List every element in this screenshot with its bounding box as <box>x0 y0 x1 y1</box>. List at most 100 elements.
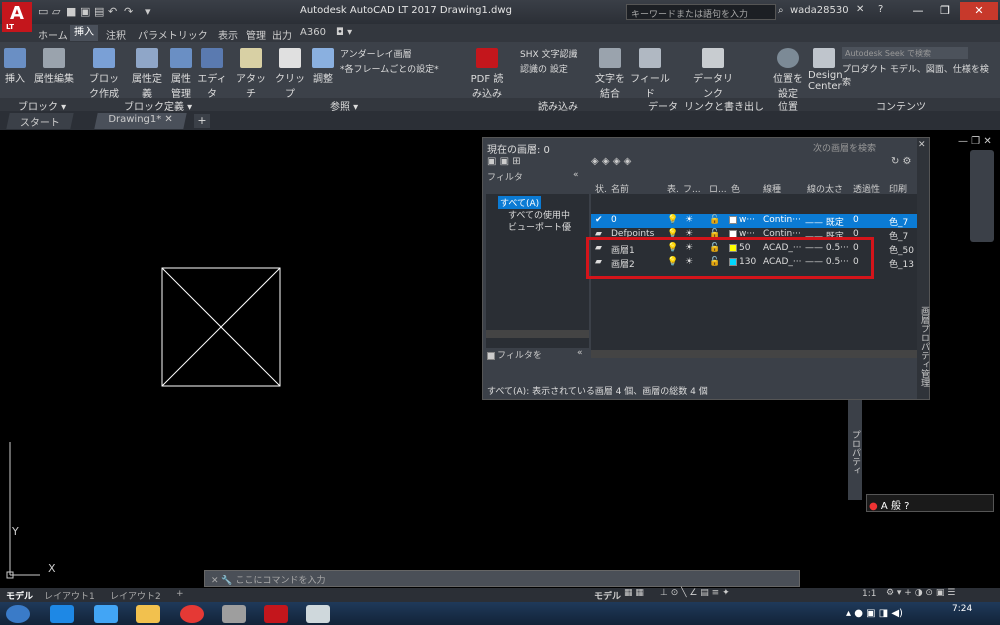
frames-dropdown[interactable]: *各フレームごとの設定* <box>340 63 460 78</box>
model-space-button[interactable]: モデル <box>594 589 621 602</box>
tab-more-icon[interactable]: ◘ ▾ <box>336 27 352 38</box>
recognition-settings-button[interactable]: 認識の 設定 <box>520 63 592 78</box>
drafting-tools-icons[interactable]: ⊥ ⊙ ╲ ∠ ▤ ≡ ✦ <box>660 588 730 598</box>
col-lineweight[interactable]: 線の太さ <box>807 182 843 195</box>
command-line[interactable]: ✕ 🔧 ここにコマンドを入力 <box>204 570 800 587</box>
new-filter-icons[interactable]: ▣ ▣ ⊞ <box>487 156 521 167</box>
close-icon[interactable]: ✕ <box>164 114 172 125</box>
clip-button[interactable]: クリップ <box>272 48 308 100</box>
user-name[interactable]: wada28530 <box>790 5 849 16</box>
viewport-controls[interactable]: — ❐ ✕ <box>958 136 992 147</box>
layer-row[interactable]: ✔ 0 💡 ☀ 🔓 w··· Contin··· —— 既定 0 色_7 <box>591 214 921 228</box>
tab-parametric[interactable]: パラメトリック <box>138 27 208 42</box>
tab-a360[interactable]: A360 <box>300 27 326 38</box>
insert-button[interactable]: 挿入 <box>2 48 28 85</box>
help-icon[interactable]: ? <box>878 4 883 15</box>
bulb-icon[interactable]: 💡 <box>667 215 678 225</box>
binoculars-icon[interactable]: ⌕ <box>778 5 784 16</box>
tab-start[interactable]: スタート <box>6 113 74 129</box>
tab-model[interactable]: モデル <box>6 589 33 602</box>
tree-scrollbar[interactable] <box>486 330 589 338</box>
ie-icon[interactable] <box>50 605 74 623</box>
close-icon[interactable]: ✕ <box>211 576 219 586</box>
col-plot[interactable]: 印刷 <box>889 182 907 195</box>
sun-icon[interactable]: ☀ <box>685 215 693 225</box>
unlock-icon[interactable]: 🔓 <box>709 215 720 225</box>
col-status[interactable]: 状. <box>595 182 607 195</box>
data-link-button[interactable]: データリンク <box>692 48 734 100</box>
col-color[interactable]: 色 <box>731 182 740 195</box>
manage-attributes-button[interactable]: 属性管理 <box>168 48 194 100</box>
tab-output[interactable]: 出力 <box>272 27 292 42</box>
list-scrollbar[interactable] <box>591 350 921 358</box>
chrome-icon[interactable] <box>180 605 204 623</box>
wrench-icon[interactable]: 🔧 <box>221 576 232 586</box>
collapse-bottom-icon[interactable]: « <box>577 348 583 358</box>
media-icon[interactable] <box>94 605 118 623</box>
open-icon[interactable]: ▱ <box>52 5 60 19</box>
save-icon[interactable]: ■ <box>66 5 76 19</box>
layer-search-input[interactable]: 次の画層を検索 <box>813 141 876 154</box>
palette-side-bar[interactable]: ✕ 画層プロパティ管理 <box>917 138 929 399</box>
save-as-icon[interactable]: ▣ <box>80 5 90 19</box>
tab-layout2[interactable]: レイアウト2 <box>110 589 161 602</box>
tab-home[interactable]: ホーム <box>38 27 68 42</box>
tab-view[interactable]: 表示 <box>218 27 238 42</box>
new-layer-icons[interactable]: ◈ ◈ ◈ ◈ <box>591 156 631 167</box>
col-on[interactable]: 表. <box>667 182 679 195</box>
exchange-icon[interactable]: ✕ <box>856 4 864 15</box>
maximize-icon[interactable]: ❐ <box>932 2 958 20</box>
print-icon[interactable]: ▤ <box>94 5 104 19</box>
tab-annotate[interactable]: 注釈 <box>106 27 126 42</box>
pdf-import-button[interactable]: PDF 読み込み <box>470 48 504 100</box>
set-location-button[interactable]: 位置を設定 <box>770 48 806 100</box>
grid-icon[interactable]: ▦ ▦ <box>624 588 644 598</box>
navigation-bar[interactable] <box>970 150 994 242</box>
tab-drawing1[interactable]: Drawing1* ✕ <box>94 113 187 129</box>
invert-filter-checkbox[interactable]: フィルタを <box>487 348 542 361</box>
autocad-taskbar-icon[interactable] <box>264 605 288 623</box>
undo-icon[interactable]: ↶ <box>108 5 117 19</box>
design-center-button[interactable]: Design Center <box>808 48 843 92</box>
ime-toolbar[interactable]: ● A 般 ? <box>866 494 994 512</box>
create-block-button[interactable]: ブロック作成 <box>86 48 122 100</box>
col-transparency[interactable]: 透過性 <box>853 182 880 195</box>
add-layout-icon[interactable]: + <box>176 589 184 599</box>
combine-text-button[interactable]: 文字を結合 <box>594 48 626 100</box>
col-freeze[interactable]: フ... <box>683 182 701 195</box>
annotation-scale[interactable]: 1:1 <box>862 589 876 599</box>
new-tab-icon[interactable]: + <box>194 114 210 128</box>
color-swatch[interactable] <box>729 215 737 224</box>
tab-insert[interactable]: 挿入 <box>70 25 98 41</box>
qat-dropdown-icon[interactable]: ▾ <box>145 5 151 19</box>
collapse-filter-icon[interactable]: « <box>573 170 579 180</box>
shx-text-recognition-button[interactable]: SHX 文字認識 <box>520 48 592 63</box>
ime-mode[interactable]: A 般 <box>881 501 901 512</box>
close-icon[interactable]: ✕ <box>918 140 926 150</box>
close-icon[interactable]: ✕ <box>960 2 998 20</box>
tray-icons[interactable]: ▴ ● ▣ ◨ ◀) <box>846 608 903 619</box>
properties-palette-collapsed[interactable]: プロパティ <box>848 400 862 500</box>
command-input[interactable]: ここにコマンドを入力 <box>236 576 326 586</box>
seek-search-input[interactable]: Autodesk Seek で検索 <box>842 47 968 59</box>
taskbar-clock[interactable]: 7:24 <box>952 605 972 614</box>
col-name[interactable]: 名前 <box>611 182 629 195</box>
network-icon[interactable] <box>222 605 246 623</box>
refresh-icon[interactable]: ↻ ⚙ <box>891 156 912 167</box>
new-icon[interactable]: ▭ <box>38 5 48 19</box>
attach-button[interactable]: アタッチ <box>234 48 268 100</box>
windows-start-icon[interactable] <box>6 605 30 623</box>
workspace-gear-icon[interactable]: ⚙ ▾ + ◑ ⊙ ▣ ☰ <box>886 588 955 598</box>
col-linetype[interactable]: 線種 <box>763 182 781 195</box>
explorer-icon[interactable] <box>136 605 160 623</box>
define-attribute-button[interactable]: 属性定義 <box>128 48 166 100</box>
paint-icon[interactable] <box>306 605 330 623</box>
filter-viewport[interactable]: ビューポート優 <box>508 220 571 233</box>
application-menu-button[interactable]: A LT <box>2 2 32 32</box>
underlay-layers-button[interactable]: アンダーレイ画層 <box>340 48 460 63</box>
col-lock[interactable]: ロ... <box>709 182 727 195</box>
tab-manage[interactable]: 管理 <box>246 27 266 42</box>
block-editor-button[interactable]: エディタ <box>196 48 228 100</box>
help-search-input[interactable]: キーワードまたは語句を入力 <box>626 4 776 20</box>
edit-attribute-button[interactable]: 属性編集 <box>32 48 76 85</box>
